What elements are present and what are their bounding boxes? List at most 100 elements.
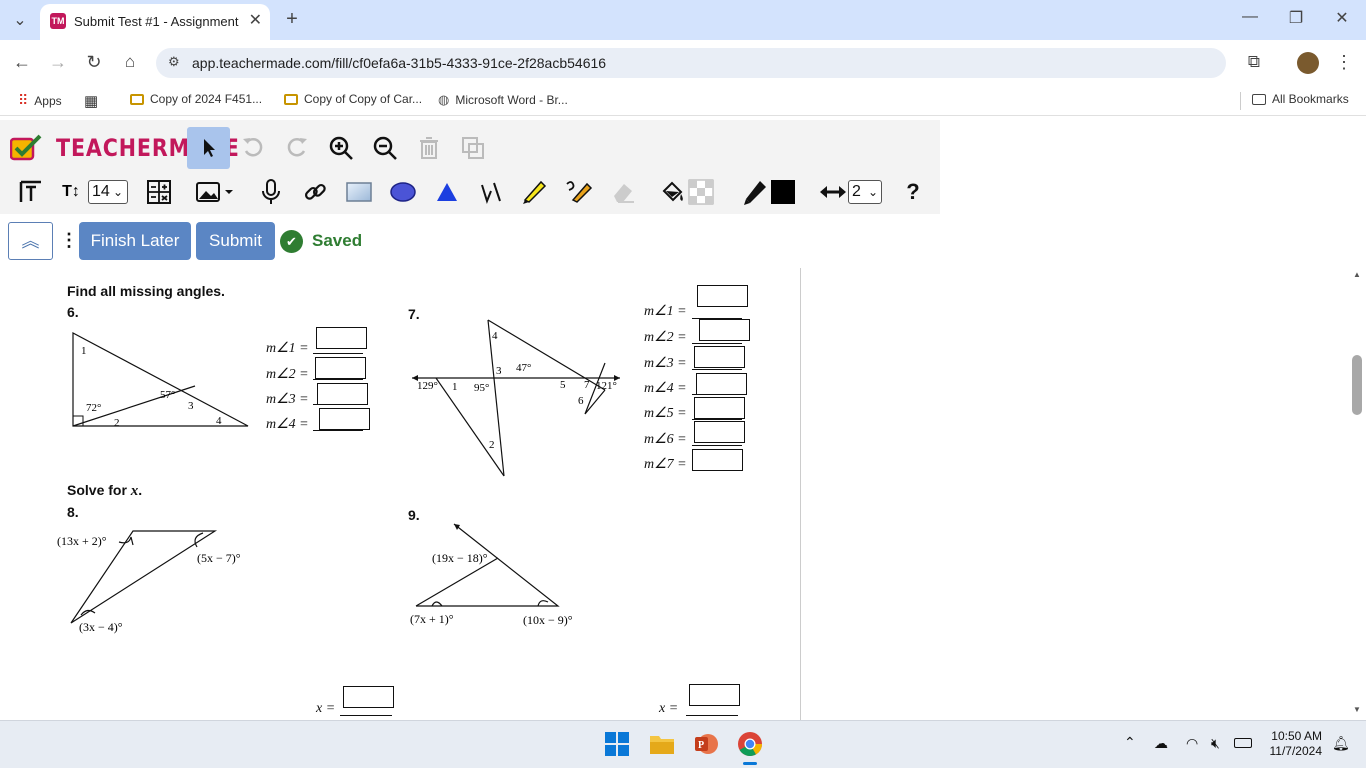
- close-tab-icon[interactable]: ✕: [249, 10, 262, 30]
- chrome-icon[interactable]: [737, 731, 763, 757]
- answer-underline: [340, 715, 392, 716]
- font-size-select[interactable]: 14 ⌄: [88, 180, 128, 204]
- text-tool-button[interactable]: [10, 171, 52, 213]
- scroll-down-icon[interactable]: ▼: [1353, 705, 1361, 714]
- file-explorer-icon[interactable]: [649, 732, 675, 756]
- all-bookmarks[interactable]: All Bookmarks: [1252, 92, 1349, 106]
- q6-angle1-answer-box[interactable]: [316, 327, 367, 349]
- angle-label: 3: [188, 400, 194, 412]
- omnibox[interactable]: ⚙ app.teachermade.com/fill/cf0efa6a-31b5…: [156, 48, 1226, 78]
- wifi-icon[interactable]: ◠: [1186, 735, 1198, 752]
- minimize-icon[interactable]: —: [1240, 8, 1260, 26]
- q9-x-answer-box[interactable]: [689, 684, 740, 706]
- q7-angle7-answer-box[interactable]: [692, 449, 743, 471]
- solve-prefix: Solve for: [67, 482, 131, 498]
- saved-check-icon: ✔: [280, 230, 303, 253]
- notifications-bell-icon[interactable]: 🔔︎: [1332, 735, 1350, 752]
- tab-groups-icon[interactable]: ▦: [84, 92, 98, 110]
- browser-tab-active[interactable]: TM Submit Test #1 - Assignment ✕: [40, 4, 270, 40]
- extensions-icon[interactable]: ⧉: [1244, 52, 1264, 72]
- volume-muted-icon[interactable]: 🔇︎: [1211, 735, 1220, 752]
- redo-button[interactable]: [276, 127, 318, 169]
- q6-angle4-label: m∠4 =: [266, 417, 309, 432]
- instruction-solve-for-x: Solve for x.: [67, 482, 142, 500]
- pen-tool-button[interactable]: [558, 171, 600, 213]
- folder-icon: [130, 93, 144, 105]
- angle-label: 5: [560, 379, 566, 391]
- image-button[interactable]: [190, 171, 238, 213]
- stroke-color-swatch[interactable]: [771, 180, 795, 204]
- submit-button[interactable]: Submit: [196, 222, 275, 260]
- new-tab-icon[interactable]: +: [282, 8, 302, 31]
- highlighter-icon: [523, 180, 547, 204]
- q7-angle4-answer-box[interactable]: [696, 373, 747, 395]
- powerpoint-icon[interactable]: P: [693, 732, 719, 756]
- zoom-in-button[interactable]: [320, 127, 362, 169]
- q6-angle1-label: m∠1 =: [266, 341, 309, 356]
- home-icon[interactable]: ⌂: [120, 52, 140, 72]
- trash-icon: [420, 137, 438, 159]
- globe-icon: ◍: [438, 92, 450, 107]
- q7-angle2-answer-box[interactable]: [699, 319, 750, 341]
- q8-x-answer-box[interactable]: [343, 686, 394, 708]
- page-scrollbar[interactable]: ▲ ▼: [1348, 268, 1366, 720]
- delete-button[interactable]: [408, 127, 450, 169]
- windows-start-icon[interactable]: [605, 732, 629, 756]
- back-icon[interactable]: ←: [12, 52, 32, 73]
- ellipse-tool-button[interactable]: [382, 171, 424, 213]
- bookmark-item[interactable]: Copy of Copy of Car...: [284, 92, 422, 106]
- bookmark-apps[interactable]: ⠿ Apps: [18, 92, 62, 109]
- profile-avatar[interactable]: [1297, 52, 1319, 74]
- forward-icon[interactable]: →: [48, 52, 68, 73]
- figure-8-triangle: (13x + 2)° (5x − 7)° (3x − 4)°: [57, 530, 241, 634]
- tab-search-chevron-icon[interactable]: ⌄: [10, 10, 30, 30]
- fill-transparent-swatch[interactable]: [682, 171, 720, 213]
- highlighter-button[interactable]: [514, 171, 556, 213]
- q7-angle5-answer-box[interactable]: [694, 397, 745, 419]
- zoom-out-button[interactable]: [364, 127, 406, 169]
- more-options-icon[interactable]: ⋮: [60, 230, 78, 251]
- q6-angle4-answer-box[interactable]: [319, 408, 370, 430]
- q7-angle6-answer-box[interactable]: [694, 421, 745, 443]
- answer-underline: [692, 445, 742, 446]
- line-tool-button[interactable]: [470, 171, 512, 213]
- show-hidden-icons[interactable]: ⌃: [1124, 734, 1136, 751]
- collapse-toolbar-button[interactable]: ︽: [8, 222, 53, 260]
- microphone-button[interactable]: [250, 171, 292, 213]
- q7-angle1-answer-box[interactable]: [697, 285, 748, 307]
- duplicate-button[interactable]: [452, 127, 494, 169]
- q7-angle3-answer-box[interactable]: [694, 346, 745, 368]
- undo-button[interactable]: [232, 127, 274, 169]
- link-button[interactable]: [294, 171, 336, 213]
- rectangle-tool-button[interactable]: [338, 171, 380, 213]
- clock-time: 10:50 AM: [1271, 729, 1322, 743]
- battery-icon[interactable]: [1234, 738, 1252, 748]
- scrollbar-thumb[interactable]: [1352, 355, 1362, 415]
- copy-icon: [462, 137, 484, 159]
- reload-icon[interactable]: ↻: [84, 52, 104, 73]
- close-window-icon[interactable]: ✕: [1332, 8, 1352, 28]
- scroll-up-icon[interactable]: ▲: [1353, 270, 1361, 279]
- select-pointer-button[interactable]: [187, 127, 230, 169]
- angle-label: 121°: [596, 380, 617, 392]
- menu-kebab-icon[interactable]: ⋮: [1334, 52, 1354, 73]
- bookmark-item[interactable]: Copy of 2024 F451...: [130, 92, 262, 106]
- line-width-select[interactable]: 2 ⌄: [848, 180, 882, 204]
- restore-icon[interactable]: ❐: [1286, 8, 1306, 28]
- chrome-active-indicator: [743, 762, 757, 765]
- system-clock[interactable]: 10:50 AM 11/7/2024: [1262, 729, 1323, 759]
- help-button[interactable]: ?: [892, 171, 934, 213]
- site-info-icon[interactable]: ⚙: [168, 54, 180, 70]
- page-edge: [800, 268, 801, 720]
- bookmark-item[interactable]: ◍ Microsoft Word - Br...: [438, 92, 568, 108]
- pencil-icon: [566, 181, 593, 203]
- eraser-button[interactable]: [602, 171, 644, 213]
- q6-angle2-answer-box[interactable]: [315, 357, 366, 379]
- onedrive-offline-icon[interactable]: ☁: [1154, 735, 1168, 752]
- q6-angle3-answer-box[interactable]: [317, 383, 368, 405]
- bookmark-label: Copy of 2024 F451...: [150, 92, 263, 106]
- math-keypad-button[interactable]: [138, 171, 180, 213]
- triangle-tool-button[interactable]: [426, 171, 468, 213]
- finish-later-button[interactable]: Finish Later: [79, 222, 191, 260]
- stroke-color-button[interactable]: [734, 171, 776, 213]
